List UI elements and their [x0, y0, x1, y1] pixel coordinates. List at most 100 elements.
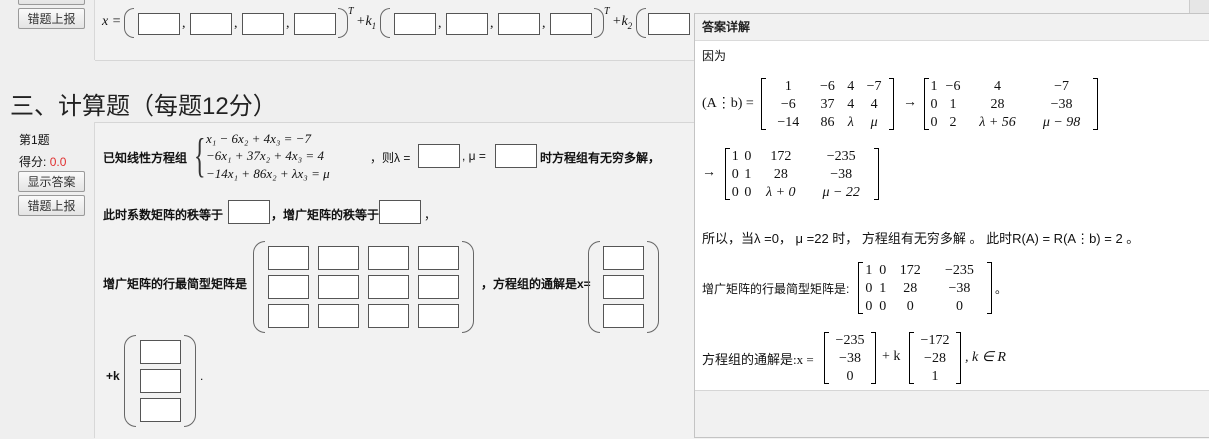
arrow-2: →: [702, 165, 716, 180]
matrix-entry: 0: [930, 115, 938, 130]
panel-plus-k: + k: [882, 349, 901, 364]
rank-aug-label: ，增广矩阵的秩等于: [271, 208, 380, 222]
mu-label: , μ =: [462, 149, 486, 163]
prev-formula: x = , , , T +k1 , , , T +k2: [102, 6, 702, 38]
lambda-input[interactable]: [418, 144, 460, 168]
prev-answer-input[interactable]: [550, 13, 592, 35]
matrix-entry: μ − 98: [1042, 115, 1081, 130]
basis-entry-input[interactable]: [140, 398, 181, 422]
scrollbar-top[interactable]: [1189, 0, 1209, 13]
solution-entry-input[interactable]: [603, 275, 644, 299]
equation-3: −14x₁ + 86x₂ + λx₃ = μ: [206, 166, 330, 181]
prev-answer-input[interactable]: [498, 13, 540, 35]
matrix-entry: 1: [865, 263, 873, 278]
matrix-entry: −14: [777, 115, 800, 130]
score-value: 0.0: [49, 155, 67, 169]
rref-entry-input[interactable]: [418, 246, 459, 270]
prev-transpose-2: T: [604, 6, 610, 17]
prev-answer-input[interactable]: [648, 13, 690, 35]
prev-answer-input[interactable]: [294, 13, 336, 35]
final-period: .: [200, 369, 204, 383]
prev-hidden-button[interactable]: [18, 0, 85, 5]
matrix-entry: 0: [930, 97, 938, 112]
matrix-entry: 0: [955, 299, 963, 314]
prev-paren-left-2: [380, 8, 390, 38]
matrix-entry: −28: [924, 351, 946, 366]
rref-entry-input[interactable]: [368, 275, 409, 299]
solution-entry-input[interactable]: [603, 246, 644, 270]
matrix-entry: 28: [773, 167, 788, 182]
matrix-entry: 28: [990, 97, 1005, 112]
panel-general-label: 方程组的通解是:x =: [702, 352, 814, 367]
rref-entry-input[interactable]: [368, 304, 409, 328]
because-text: 因为: [702, 49, 727, 63]
rank-coef-input[interactable]: [228, 200, 270, 224]
matrix-entry: −235: [945, 263, 974, 278]
matrix-entry: −38: [948, 281, 971, 296]
prev-k1: +k1: [356, 14, 377, 31]
solution-entry-input[interactable]: [603, 304, 644, 328]
matrix-entry: 1: [949, 97, 957, 112]
matrix-entry: 0: [879, 263, 887, 278]
lambda-label: ，则λ =: [370, 151, 411, 165]
prev-answer-input[interactable]: [394, 13, 436, 35]
basis-entry-input[interactable]: [140, 340, 181, 364]
matrix-entry: λ + 56: [979, 115, 1016, 130]
rref-matrix-paren-left: [253, 241, 265, 333]
augmented-matrix-label: (A⋮b) =: [702, 96, 754, 111]
matrix-entry: −6: [945, 79, 961, 94]
matrix-entry: 172: [770, 149, 792, 164]
prev-report-error-button[interactable]: 错题上报: [18, 8, 85, 29]
rref-entry-input[interactable]: [268, 275, 309, 299]
matrix-entry: 172: [899, 263, 921, 278]
prev-paren-right-1: [338, 8, 348, 38]
rref-entry-input[interactable]: [318, 246, 359, 270]
show-answer-button[interactable]: 显示答案: [18, 171, 85, 192]
matrix-entry: −235: [826, 149, 856, 164]
basis-vector-paren-left: [124, 335, 136, 427]
basis-entry-input[interactable]: [140, 369, 181, 393]
panel-rref-label: 增广矩阵的行最简型矩阵是:: [702, 282, 850, 296]
conclusion-text: 所以，当λ =0， μ =22 时， 方程组有无穷多解 。 此时R(A) = R…: [702, 231, 1140, 246]
matrix-entry: 0: [731, 185, 739, 200]
matrix-entry: 1: [879, 281, 887, 296]
particular-solution-vector: −235 −38 0: [824, 332, 876, 384]
matrix-2: 1 −6 4 −7 0 1 28 −38 0 2 λ + 56 μ − 98: [924, 78, 1098, 130]
matrix-entry: −7: [1054, 79, 1069, 94]
rref-entry-input[interactable]: [418, 275, 459, 299]
matrix-3: 1 0 172 −235 0 1 28 −38 0 0 λ + 0μ − 22: [725, 148, 879, 200]
prev-k2: +k2: [612, 14, 633, 31]
report-error-button[interactable]: 错题上报: [18, 195, 85, 216]
prev-paren-right-2: [594, 8, 604, 38]
prev-answer-input[interactable]: [446, 13, 488, 35]
prev-transpose-1: T: [348, 6, 354, 17]
panel-footer: [695, 390, 1209, 437]
matrix-entry: λ + 0: [766, 185, 796, 200]
mu-input[interactable]: [495, 144, 537, 168]
rref-entry-input[interactable]: [318, 275, 359, 299]
plus-k-label: +k: [106, 369, 120, 383]
question-number: 第1题: [19, 133, 50, 147]
panel-rref-end: 。: [995, 282, 1008, 296]
prev-answer-input[interactable]: [138, 13, 180, 35]
matrix-entry: 2: [949, 115, 957, 130]
rref-entry-input[interactable]: [318, 304, 359, 328]
prev-formula-prefix: x =: [102, 14, 122, 29]
matrix-entry: 1: [784, 79, 792, 94]
equation-1: x₁ − 6x₂ + 4x₃ = −7: [206, 131, 311, 146]
rank-aug-input[interactable]: [379, 200, 421, 224]
rref-entry-input[interactable]: [368, 246, 409, 270]
matrix-entry: 1: [931, 369, 939, 384]
prev-paren-left-1: [124, 8, 134, 38]
equation-brace: {: [194, 129, 206, 182]
matrix-entry: 4: [994, 79, 1001, 94]
matrix-entry: 0: [846, 369, 854, 384]
general-solution-label: ，方程组的通解是x=: [481, 277, 591, 291]
rref-entry-input[interactable]: [418, 304, 459, 328]
rref-entry-input[interactable]: [268, 304, 309, 328]
prev-answer-input[interactable]: [242, 13, 284, 35]
matrix-entry: μ: [870, 115, 878, 130]
prev-answer-input[interactable]: [190, 13, 232, 35]
matrix-entry: 4: [870, 97, 878, 112]
rref-entry-input[interactable]: [268, 246, 309, 270]
